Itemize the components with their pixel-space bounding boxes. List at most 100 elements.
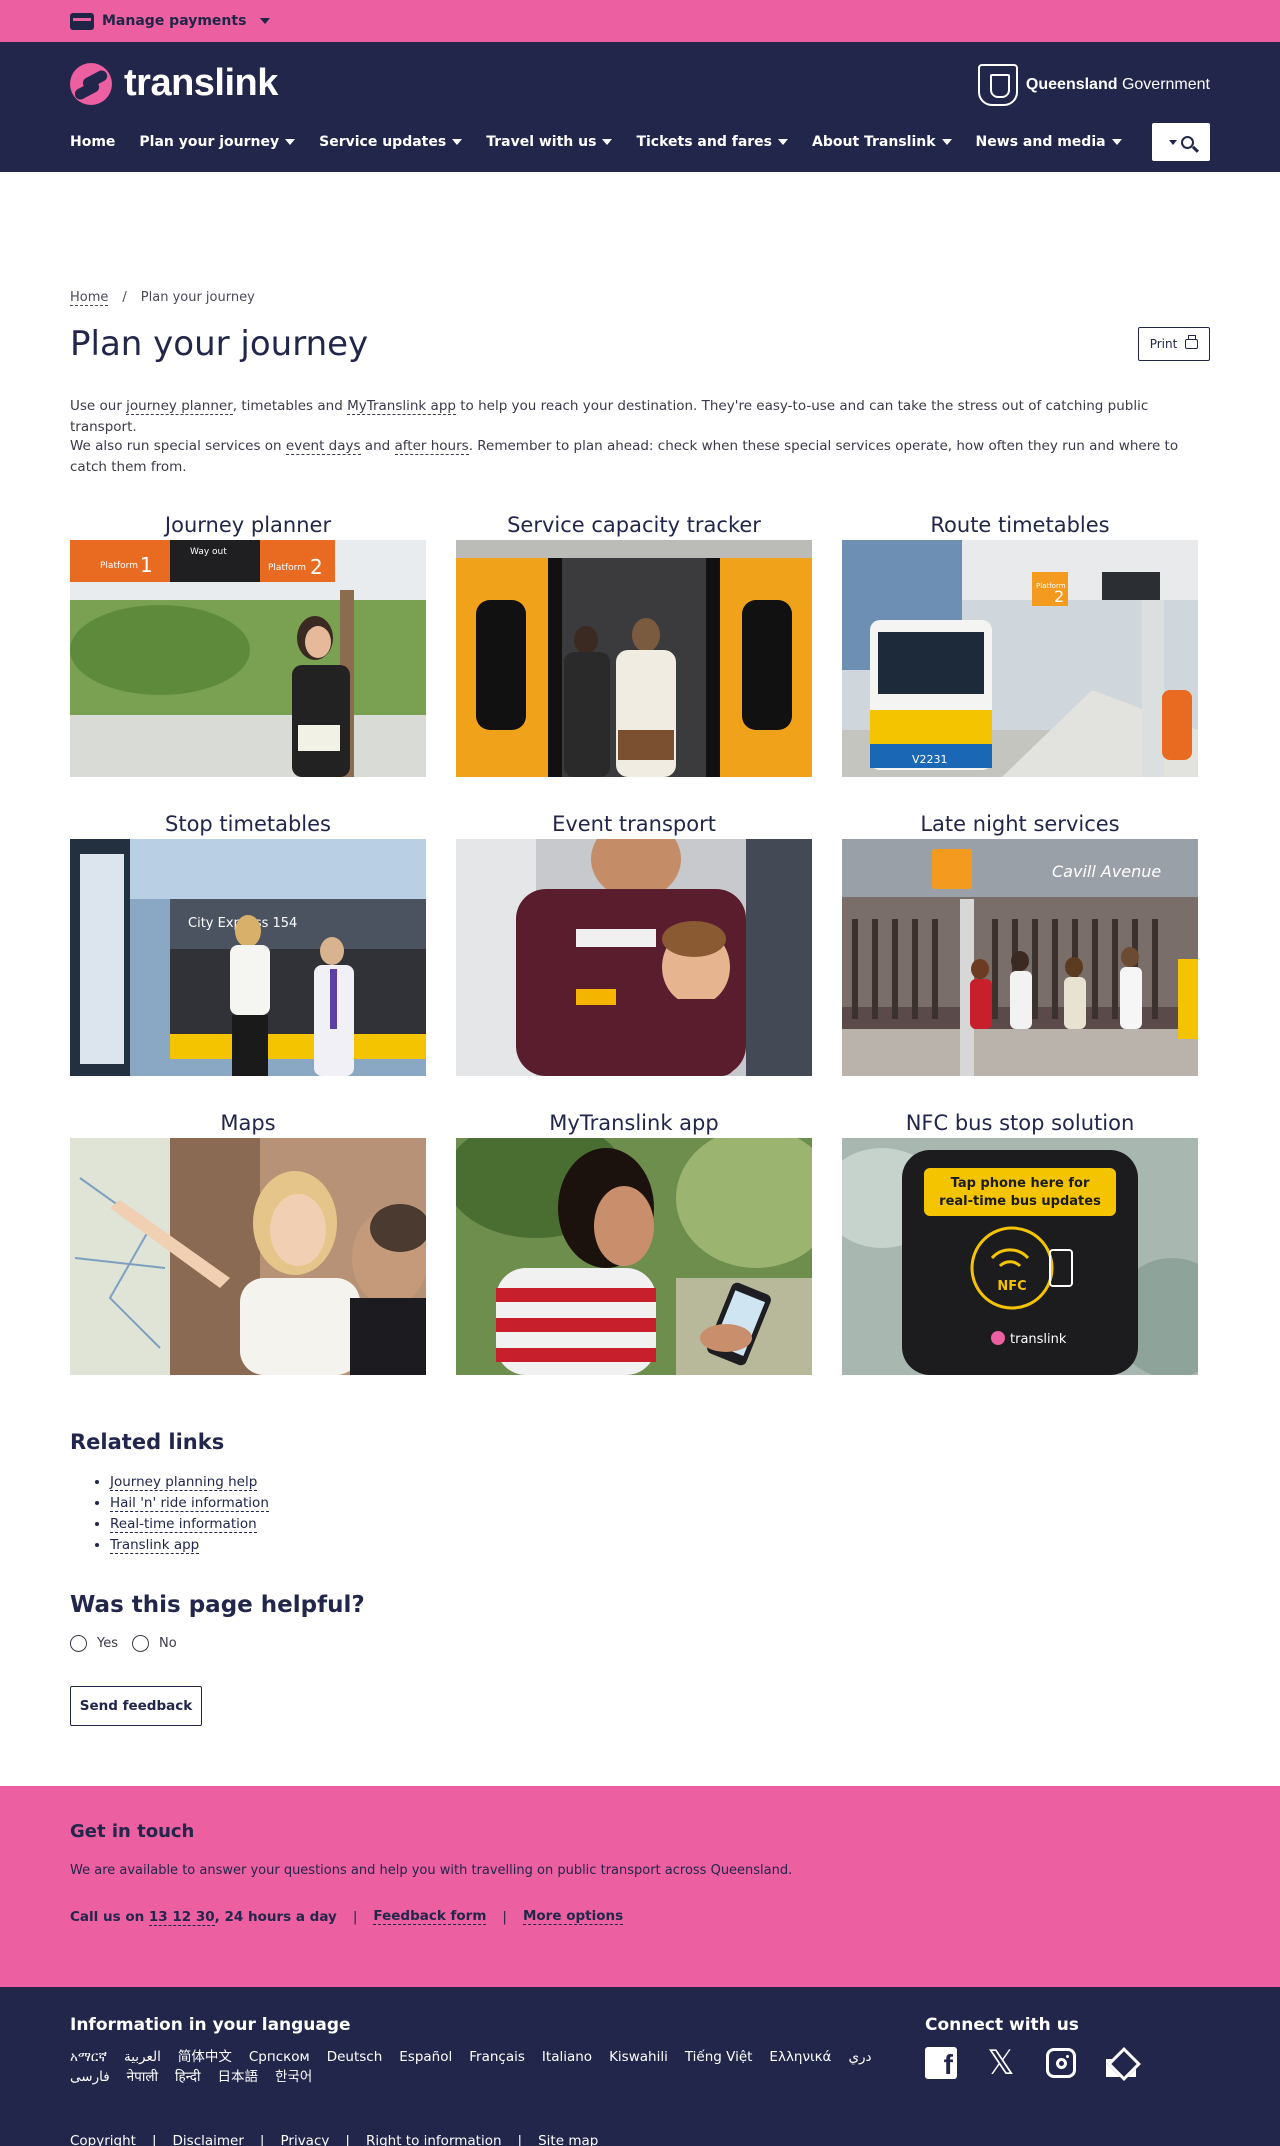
list-item: Journey planning help xyxy=(110,1472,269,1493)
language-link[interactable]: Deutsch xyxy=(327,2047,383,2067)
helpful-options: Yes No xyxy=(70,1635,177,1652)
language-link[interactable]: Kiswahili xyxy=(609,2047,668,2067)
route-timetables-image: Platform 2 V2231 xyxy=(842,540,1198,777)
after-hours-link[interactable]: after hours xyxy=(394,438,469,455)
language-link[interactable]: हिन्दी xyxy=(175,2067,201,2087)
footer-link-disclaimer[interactable]: Disclaimer xyxy=(173,2133,244,2146)
mytranslink-app-link[interactable]: MyTranslink app xyxy=(347,398,456,415)
related-link[interactable]: Translink app xyxy=(110,1537,200,1554)
tile-title: Event transport xyxy=(552,812,716,836)
get-in-touch-section: Get in touch We are available to answer … xyxy=(0,1786,1280,1987)
tile-title: Route timetables xyxy=(930,513,1110,537)
footer-link-privacy[interactable]: Privacy xyxy=(280,2133,329,2146)
radio-no[interactable]: No xyxy=(132,1635,177,1652)
language-link[interactable]: Español xyxy=(399,2047,452,2067)
chevron-down-icon xyxy=(452,139,463,145)
tile-journey-planner[interactable]: Journey planner Platform 1 Way out Platf… xyxy=(70,510,426,777)
feedback-form-link[interactable]: Feedback form xyxy=(373,1908,487,1925)
nav-item-service-updates[interactable]: Service updates xyxy=(319,134,463,150)
event-days-link[interactable]: event days xyxy=(285,438,361,455)
language-link[interactable]: Tiếng Việt xyxy=(685,2047,753,2067)
breadcrumb-home-link[interactable]: Home xyxy=(70,290,109,306)
phone-link[interactable]: 13 12 30 xyxy=(148,1908,215,1926)
tile-route-timetables[interactable]: Route timetables Platform 2 V2231 xyxy=(842,510,1198,777)
x-icon: 𝕏 xyxy=(987,2043,1015,2083)
send-feedback-button[interactable]: Send feedback xyxy=(70,1686,202,1726)
chevron-down-icon xyxy=(260,18,271,24)
language-link[interactable]: Français xyxy=(469,2047,525,2067)
manage-payments-label: Manage payments xyxy=(102,13,247,29)
nav-item-home[interactable]: Home xyxy=(70,134,115,150)
social-links: f 𝕏 xyxy=(925,2043,1137,2083)
manage-payments-button[interactable]: Manage payments xyxy=(70,12,271,30)
tile-event-transport[interactable]: Event transport xyxy=(456,809,812,1076)
tile-maps[interactable]: Maps xyxy=(70,1108,426,1375)
svg-text:Platform: Platform xyxy=(268,563,306,573)
related-link[interactable]: Journey planning help xyxy=(110,1474,258,1491)
get-in-touch-text: We are available to answer your question… xyxy=(70,1863,793,1878)
chevron-down-icon xyxy=(941,139,952,145)
language-link[interactable]: 简体中文 xyxy=(178,2047,232,2067)
nav-item-about-translink[interactable]: About Translink xyxy=(812,134,952,150)
svg-text:translink: translink xyxy=(1010,1332,1067,1347)
journey-planner-link[interactable]: journey planner xyxy=(126,398,233,415)
print-label: Print xyxy=(1149,337,1178,351)
separator: | xyxy=(345,2133,350,2146)
language-link[interactable]: فارسی xyxy=(70,2067,110,2087)
search-button[interactable] xyxy=(1152,123,1210,161)
svg-text:V2231: V2231 xyxy=(912,753,948,766)
language-link[interactable]: አማርኛ xyxy=(70,2047,107,2067)
queensland-government-logo[interactable]: Queensland Government xyxy=(977,64,1210,106)
related-link[interactable]: Hail 'n' ride information xyxy=(110,1495,269,1512)
tile-mytranslink-app[interactable]: MyTranslink app xyxy=(456,1108,812,1375)
language-link[interactable]: 한국어 xyxy=(275,2067,312,2087)
nav-item-tickets-and-fares[interactable]: Tickets and fares xyxy=(636,134,788,150)
svg-text:2: 2 xyxy=(310,555,323,579)
related-links-heading: Related links xyxy=(70,1430,225,1454)
language-link[interactable]: नेपाली xyxy=(127,2067,158,2087)
language-link[interactable]: 日本語 xyxy=(217,2067,258,2087)
list-item: Translink app xyxy=(110,1535,269,1556)
radio-button[interactable] xyxy=(70,1635,87,1652)
language-link[interactable]: Српском xyxy=(249,2047,310,2067)
breadcrumb-current: Plan your journey xyxy=(140,290,255,305)
svg-text:NFC: NFC xyxy=(997,1279,1026,1294)
related-link[interactable]: Real-time information xyxy=(110,1516,257,1533)
language-heading: Information in your language xyxy=(70,2015,351,2035)
svg-text:real-time bus updates: real-time bus updates xyxy=(939,1194,1101,1209)
x-link[interactable]: 𝕏 xyxy=(985,2043,1017,2083)
svg-text:Platform: Platform xyxy=(100,561,138,571)
language-link[interactable]: العربية xyxy=(124,2047,161,2067)
instagram-icon xyxy=(1046,2048,1076,2078)
chevron-down-icon xyxy=(602,139,613,145)
language-link[interactable]: دري xyxy=(848,2047,871,2067)
language-link[interactable]: Ελληνικά xyxy=(769,2047,831,2067)
facebook-link[interactable]: f xyxy=(925,2047,957,2079)
translink-logo-icon xyxy=(70,62,112,105)
instagram-link[interactable] xyxy=(1045,2047,1077,2079)
email-link[interactable] xyxy=(1105,2047,1137,2079)
translink-logo[interactable]: translink xyxy=(70,62,278,105)
tile-title: NFC bus stop solution xyxy=(905,1111,1135,1135)
tile-service-capacity-tracker[interactable]: Service capacity tracker xyxy=(456,510,812,777)
breadcrumb: Home / Plan your journey xyxy=(70,290,255,306)
radio-yes[interactable]: Yes xyxy=(70,1635,118,1652)
footer-links: Copyright | Disclaimer | Privacy | Right… xyxy=(70,2133,598,2146)
tile-late-night-services[interactable]: Late night services Cavill Avenue xyxy=(842,809,1198,1076)
breadcrumb-separator: / xyxy=(122,290,127,305)
footer-link-copyright[interactable]: Copyright xyxy=(70,2133,136,2146)
language-link[interactable]: Italiano xyxy=(542,2047,592,2067)
more-options-link[interactable]: More options xyxy=(522,1908,624,1925)
footer-link-right-to-information[interactable]: Right to information xyxy=(366,2133,502,2146)
tile-nfc-bus-stop-solution[interactable]: NFC bus stop solution Tap phone here for… xyxy=(842,1108,1198,1375)
nav-item-news-and-media[interactable]: News and media xyxy=(976,134,1122,150)
radio-button[interactable] xyxy=(132,1635,149,1652)
nav-item-plan-your-journey[interactable]: Plan your journey xyxy=(139,134,296,150)
tile-stop-timetables[interactable]: Stop timetables City Express 154 xyxy=(70,809,426,1076)
nav-item-travel-with-us[interactable]: Travel with us xyxy=(486,134,613,150)
separator: | xyxy=(517,2133,523,2146)
print-button[interactable]: Print xyxy=(1138,327,1210,361)
card-icon xyxy=(70,12,94,30)
footer-link-site-map[interactable]: Site map xyxy=(538,2133,598,2146)
get-in-touch-heading: Get in touch xyxy=(70,1821,195,1842)
